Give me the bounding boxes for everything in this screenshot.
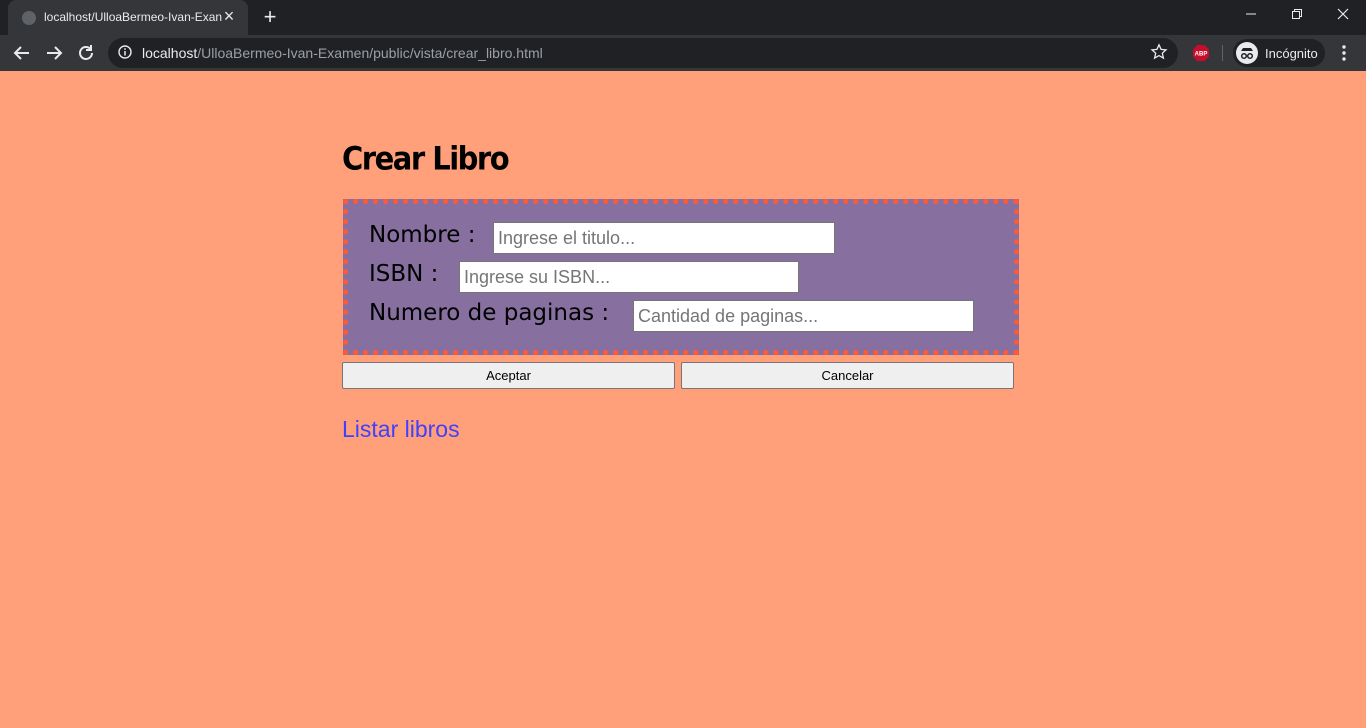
- url-text: localhost/UlloaBermeo-Ivan-Examen/public…: [142, 45, 543, 61]
- accept-button[interactable]: Aceptar: [342, 362, 675, 389]
- close-icon[interactable]: ×: [220, 7, 238, 25]
- tab-bar: localhost/UlloaBermeo-Ivan-Exan × +: [0, 0, 1366, 35]
- cancel-button[interactable]: Cancelar: [681, 362, 1014, 389]
- incognito-label: Incógnito: [1265, 46, 1318, 61]
- star-icon[interactable]: [1150, 43, 1168, 61]
- minimize-icon[interactable]: [1228, 0, 1274, 30]
- favicon-icon: [22, 11, 36, 25]
- tab-title: localhost/UlloaBermeo-Ivan-Exan: [44, 10, 223, 24]
- address-bar[interactable]: localhost/UlloaBermeo-Ivan-Examen/public…: [108, 38, 1178, 68]
- isbn-input[interactable]: [459, 261, 799, 293]
- paginas-input[interactable]: [633, 300, 974, 332]
- browser-toolbar: localhost/UlloaBermeo-Ivan-Examen/public…: [0, 35, 1366, 71]
- paginas-label: Numero de paginas :: [369, 300, 610, 326]
- incognito-badge[interactable]: Incógnito: [1233, 39, 1325, 67]
- forward-icon[interactable]: [42, 41, 66, 65]
- nombre-input[interactable]: [493, 222, 835, 254]
- plus-icon[interactable]: +: [258, 5, 282, 29]
- nombre-label: Nombre :: [369, 222, 476, 248]
- page-title: Crear Libro: [342, 140, 510, 178]
- list-books-link[interactable]: Listar libros: [342, 416, 460, 443]
- back-icon[interactable]: [10, 41, 34, 65]
- info-icon[interactable]: [118, 45, 132, 59]
- incognito-icon: [1236, 42, 1258, 64]
- svg-text:ABP: ABP: [1195, 52, 1208, 58]
- url-host: localhost: [142, 45, 198, 61]
- url-path: /UlloaBermeo-Ivan-Examen/public/vista/cr…: [197, 45, 543, 61]
- window-close-icon[interactable]: [1320, 0, 1366, 30]
- browser-tab[interactable]: localhost/UlloaBermeo-Ivan-Exan ×: [8, 0, 248, 35]
- adblock-icon[interactable]: ABP: [1192, 44, 1210, 62]
- toolbar-divider: [1222, 45, 1223, 61]
- isbn-label: ISBN :: [369, 261, 439, 287]
- kebab-menu-icon[interactable]: [1336, 43, 1352, 63]
- book-form: Nombre : ISBN : Numero de paginas :: [343, 199, 1019, 355]
- restore-icon[interactable]: [1274, 0, 1320, 30]
- reload-icon[interactable]: [74, 41, 98, 65]
